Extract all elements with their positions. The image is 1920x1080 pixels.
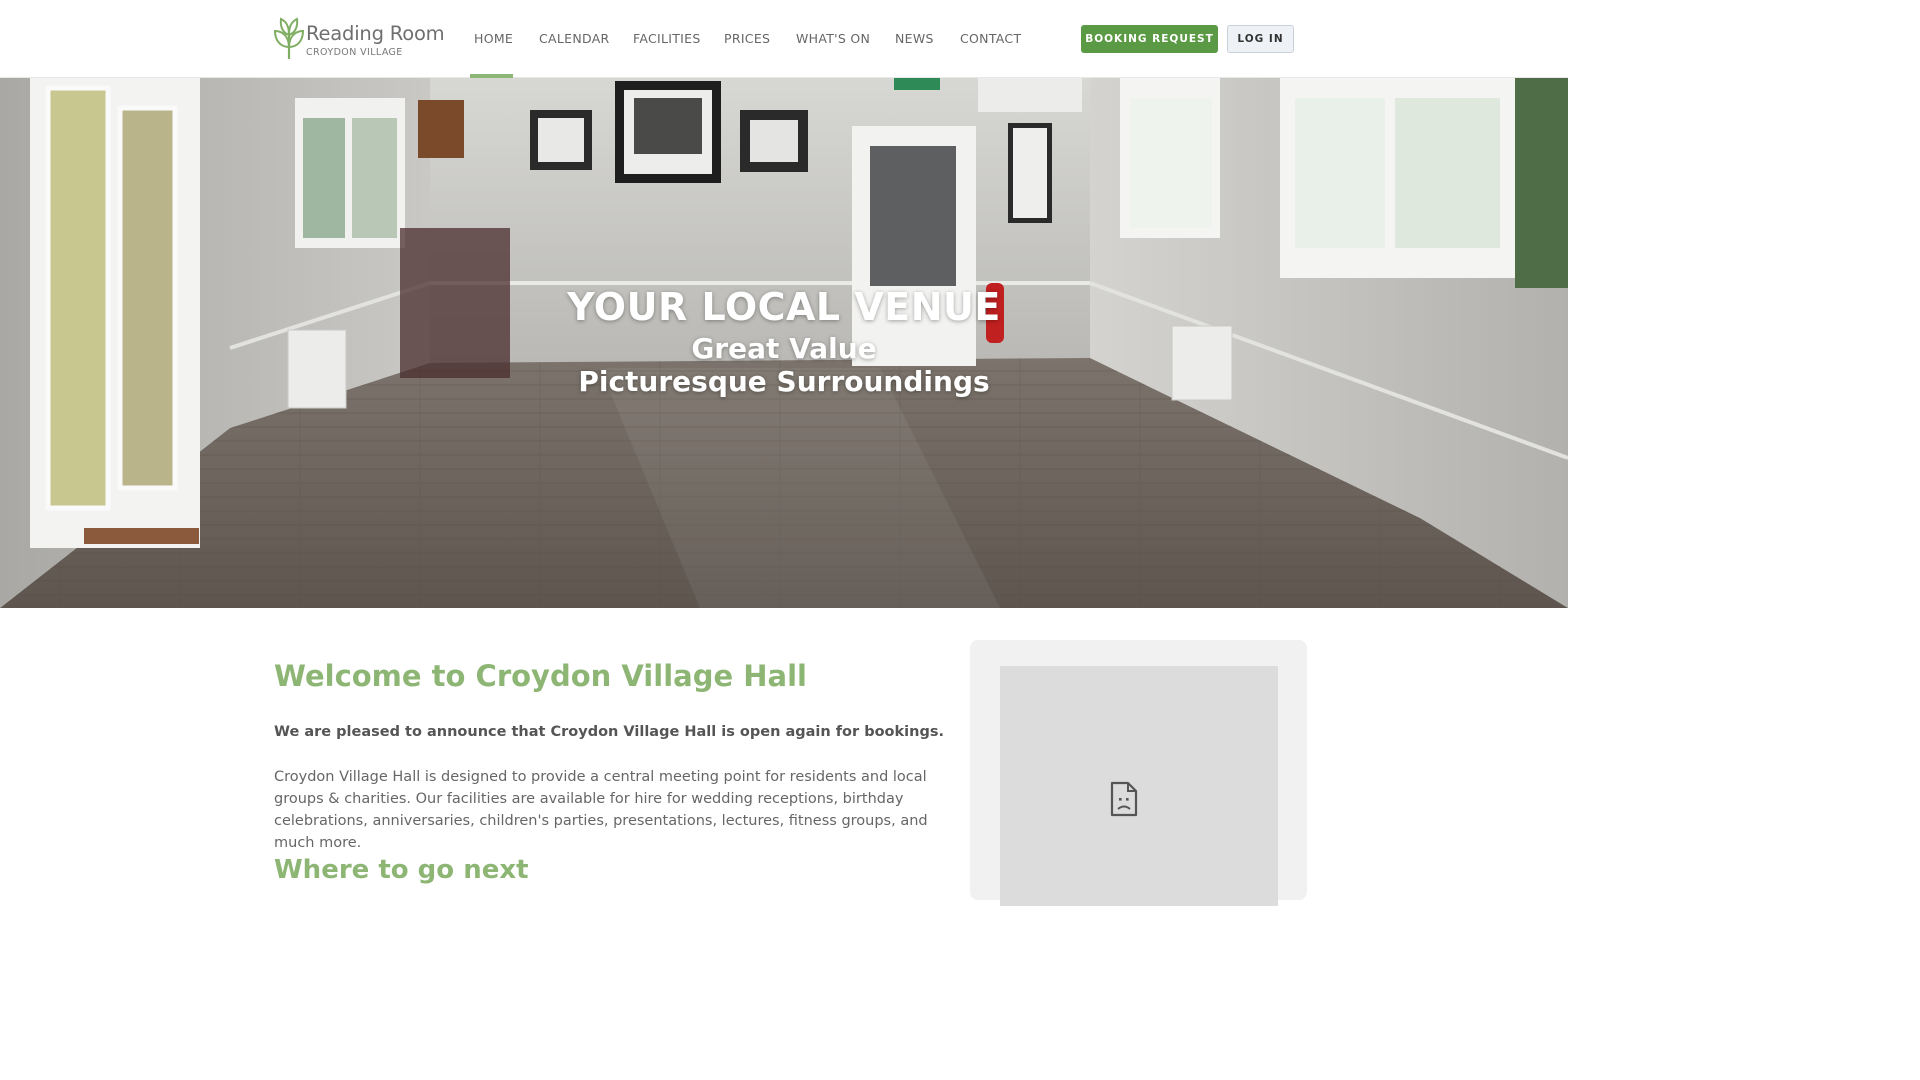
hero-title: YOUR LOCAL VENUE bbox=[567, 285, 1001, 329]
announcement-text: We are pleased to announce that Croydon … bbox=[274, 724, 944, 740]
nav-whats-on[interactable]: WHAT'S ON bbox=[796, 31, 870, 46]
hero-line-surroundings: Picturesque Surroundings bbox=[578, 365, 990, 398]
broken-page-icon bbox=[1110, 781, 1138, 817]
hero-banner: YOUR LOCAL VENUE Great Value Picturesque… bbox=[0, 78, 1568, 608]
nav-facilities[interactable]: FACILITIES bbox=[633, 31, 701, 46]
nav-contact[interactable]: CONTACT bbox=[960, 31, 1021, 46]
logo-title: Reading Room bbox=[306, 22, 445, 45]
booking-request-button[interactable]: BOOKING REQUEST bbox=[1081, 25, 1218, 53]
hero-line-great-value: Great Value bbox=[691, 332, 877, 365]
nav-calendar[interactable]: CALENDAR bbox=[539, 31, 610, 46]
welcome-heading: Welcome to Croydon Village Hall bbox=[274, 659, 807, 693]
intro-paragraph: Croydon Village Hall is designed to prov… bbox=[274, 769, 928, 851]
nav-news[interactable]: NEWS bbox=[895, 31, 934, 46]
logo-subtitle: CROYDON VILLAGE bbox=[306, 47, 403, 58]
site-logo[interactable]: Reading Room CROYDON VILLAGE bbox=[274, 17, 445, 61]
login-button[interactable]: LOG IN bbox=[1227, 25, 1294, 53]
site-header: Reading Room CROYDON VILLAGE HOME CALEND… bbox=[0, 0, 1568, 78]
where-to-go-heading: Where to go next bbox=[274, 855, 529, 885]
nav-prices[interactable]: PRICES bbox=[724, 31, 770, 46]
sprout-icon bbox=[274, 17, 304, 59]
sidebar-card bbox=[970, 640, 1307, 906]
active-nav-indicator bbox=[470, 74, 513, 78]
embedded-frame[interactable] bbox=[1000, 666, 1278, 906]
nav-home[interactable]: HOME bbox=[474, 31, 513, 46]
